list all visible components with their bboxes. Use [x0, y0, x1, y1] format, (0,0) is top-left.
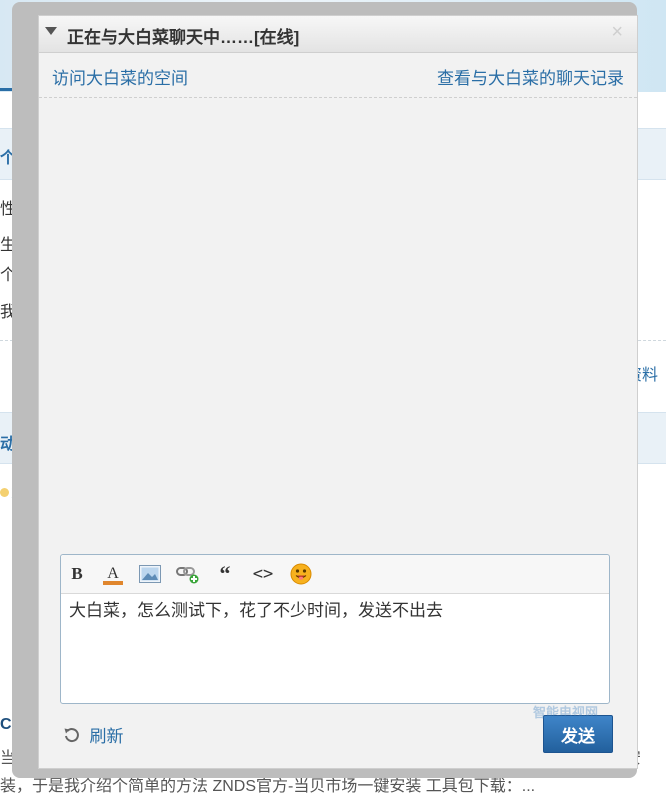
insert-image-button[interactable]: [138, 562, 162, 586]
chat-links-bar: 访问大白菜的空间 查看与大白菜的聊天记录: [39, 53, 637, 98]
link-icon: [176, 564, 200, 584]
quote-button[interactable]: “: [213, 562, 237, 586]
chat-window: 正在与大白菜聊天中……[在线] × 访问大白菜的空间 查看与大白菜的聊天记录 B…: [38, 15, 638, 769]
bold-button[interactable]: B: [65, 562, 89, 586]
emoji-button[interactable]: [289, 562, 313, 586]
font-color-swatch: [103, 581, 123, 585]
chat-dialog-frame: 正在与大白菜聊天中……[在线] × 访问大白菜的空间 查看与大白菜的聊天记录 B…: [12, 2, 637, 778]
insert-link-button[interactable]: [176, 562, 200, 586]
refresh-button[interactable]: 刷新: [63, 722, 123, 747]
chat-header[interactable]: 正在与大白菜聊天中……[在线] ×: [39, 16, 637, 53]
refresh-icon: [63, 726, 81, 744]
send-button[interactable]: 发送: [543, 715, 613, 753]
close-icon[interactable]: ×: [611, 21, 623, 43]
refresh-label: 刷新: [89, 727, 123, 746]
font-color-button[interactable]: A: [101, 562, 125, 586]
emoji-icon: [290, 563, 312, 585]
chat-history-link[interactable]: 查看与大白菜的聊天记录: [437, 64, 624, 89]
editor-toolbar: B A: [61, 555, 609, 594]
chat-title: 正在与大白菜聊天中……[在线]: [67, 23, 299, 48]
image-icon: [139, 565, 161, 583]
collapse-triangle-icon[interactable]: [45, 27, 57, 35]
font-color-icon: A: [107, 566, 119, 582]
activity-bubble-icon: [0, 488, 9, 497]
message-history-area: [39, 98, 637, 544]
message-input[interactable]: 大白菜，怎么测试下，花了不少时间，发送不出去: [69, 599, 599, 695]
code-button[interactable]: <>: [251, 562, 275, 586]
visit-space-link[interactable]: 访问大白菜的空间: [52, 64, 188, 89]
message-editor: B A: [60, 554, 610, 704]
